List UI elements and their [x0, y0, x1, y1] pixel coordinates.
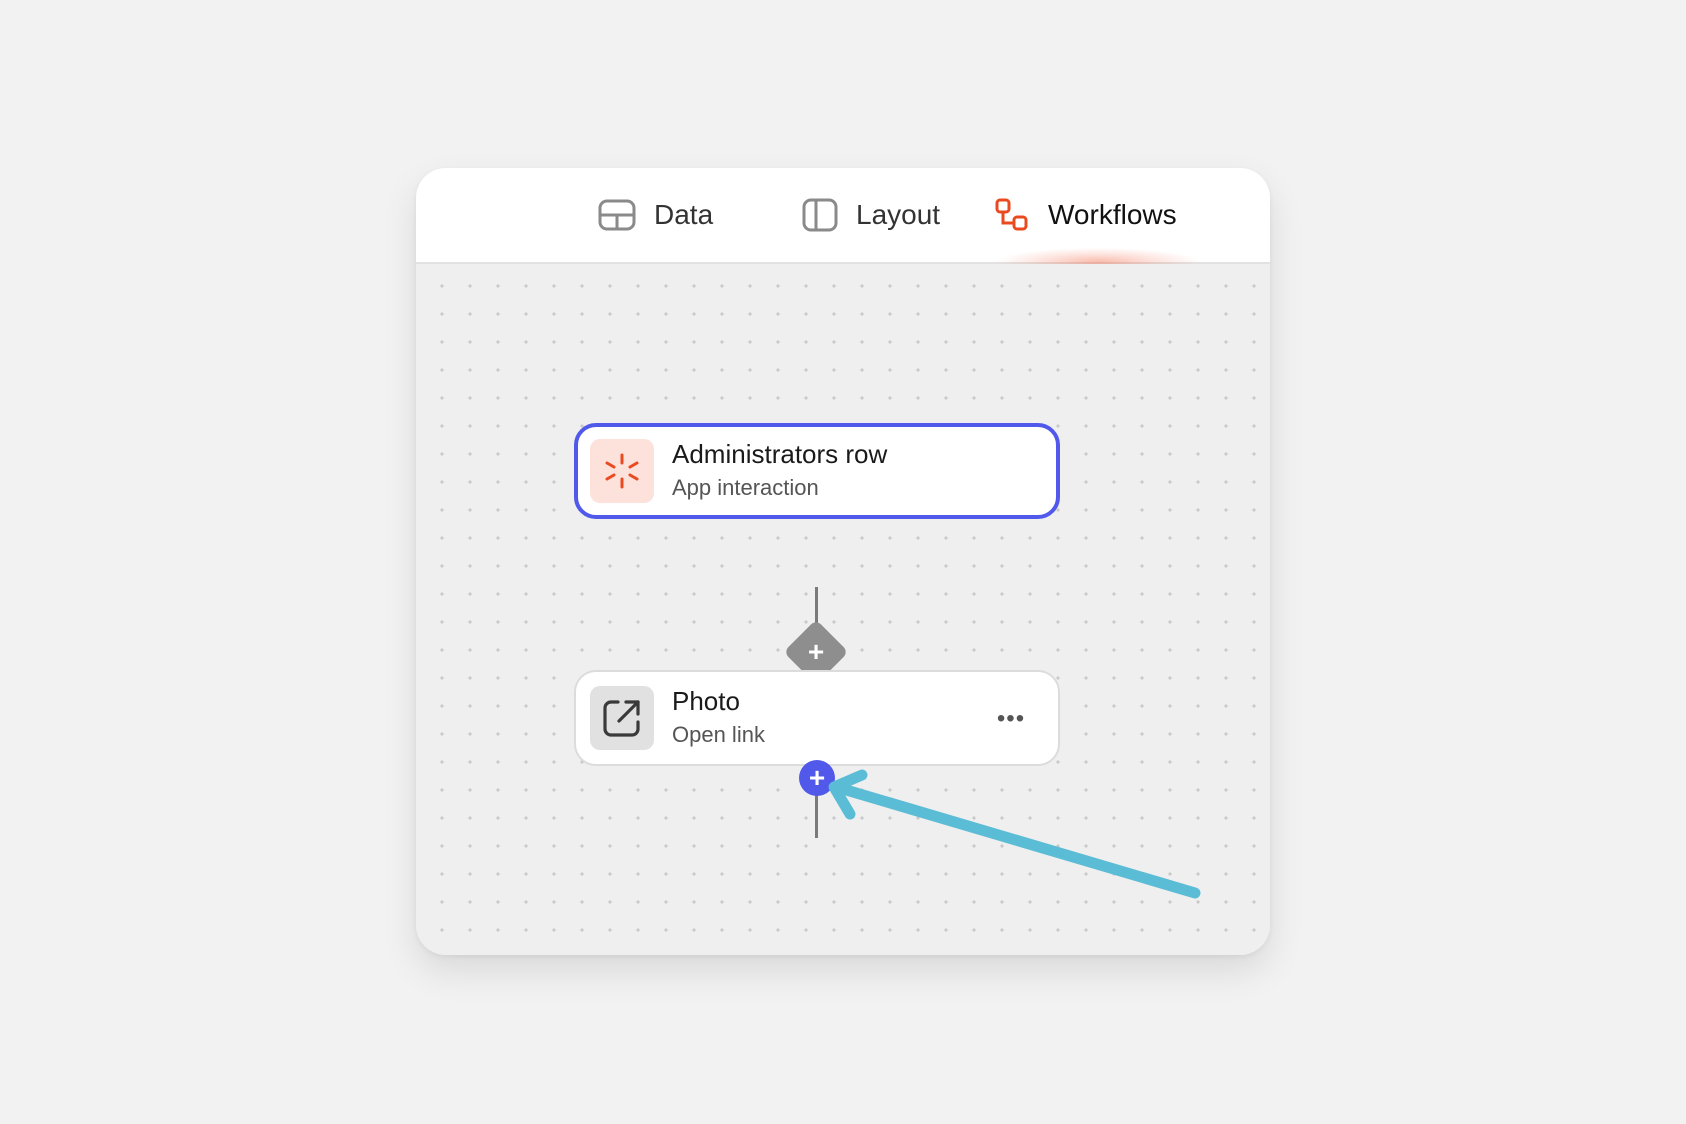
tab-data[interactable]: Data: [598, 168, 713, 262]
node-title: Photo: [672, 686, 740, 716]
node-subtitle: App interaction: [672, 475, 819, 500]
tab-label: Workflows: [1048, 199, 1177, 230]
tab-layout[interactable]: Layout: [802, 168, 940, 262]
node-title: Administrators row: [672, 439, 888, 469]
tab-workflows[interactable]: Workflows: [994, 168, 1177, 262]
workflow-editor-panel: Data Layout Workflows Administrators row…: [416, 168, 1270, 955]
table-grid-icon: [598, 199, 636, 231]
tab-label: Layout: [856, 199, 941, 230]
workflow-nodes-icon: [994, 197, 1030, 233]
trigger-node[interactable]: Administrators row App interaction: [574, 423, 1060, 519]
layout-columns-icon: [802, 198, 838, 232]
sparkle-burst-icon: [590, 439, 654, 503]
more-options-button[interactable]: •••: [994, 702, 1028, 736]
action-node[interactable]: Photo Open link •••: [574, 670, 1060, 766]
tab-label: Data: [654, 199, 714, 230]
workflow-canvas[interactable]: [416, 264, 1270, 955]
top-tab-bar: Data Layout Workflows: [416, 168, 1270, 276]
external-link-icon: [590, 686, 654, 750]
node-subtitle: Open link: [672, 722, 765, 747]
add-step-button[interactable]: +: [799, 760, 835, 796]
